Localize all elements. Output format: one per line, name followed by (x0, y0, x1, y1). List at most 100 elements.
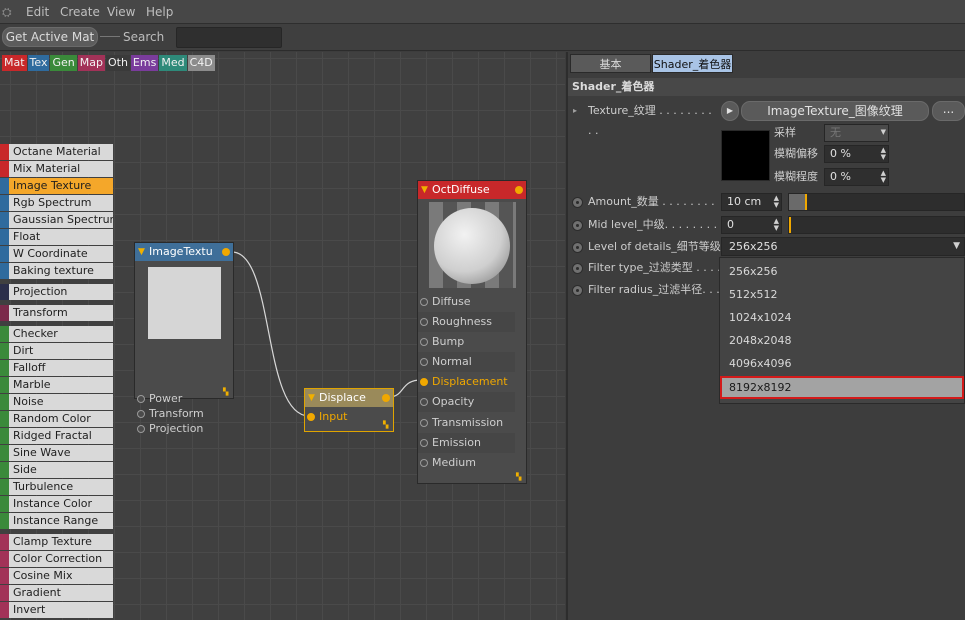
spinner-icon[interactable]: ▲ ▼ (774, 195, 779, 209)
node-list-item[interactable]: Checker (0, 326, 113, 342)
node-list-item[interactable]: Image Texture (0, 178, 113, 194)
node-list-item[interactable]: Clamp Texture (0, 534, 113, 550)
blur-offset-field[interactable]: 0 % ▲ ▼ (824, 145, 889, 163)
node-list-item[interactable]: Ridged Fractal (0, 428, 113, 444)
node-list-item[interactable]: Invert (0, 602, 113, 618)
node-list-item[interactable]: Noise (0, 394, 113, 410)
dropdown-option-256[interactable]: 256x256 (720, 260, 964, 283)
port-transmission[interactable]: Transmission (418, 413, 515, 433)
texture-menu-button[interactable]: ▶ (721, 101, 739, 121)
animate-radio-icon[interactable] (572, 220, 583, 231)
spinner-icon[interactable]: ▲ ▼ (881, 170, 886, 184)
category-tab-ems[interactable]: Ems (130, 55, 159, 71)
mid-level-field[interactable]: 0 ▲ ▼ (721, 216, 782, 234)
category-tab-tex[interactable]: Tex (27, 55, 50, 71)
node-list-item[interactable]: Sine Wave (0, 445, 113, 461)
amount-slider[interactable] (788, 193, 965, 211)
node-displace[interactable]: ▼ Displace Input ▚ (304, 388, 394, 432)
node-list-item[interactable]: Gradient (0, 585, 113, 601)
port-projection[interactable]: Projection (135, 419, 223, 439)
menu-view[interactable]: View (107, 5, 135, 19)
search-input[interactable] (176, 27, 282, 48)
slider-knob[interactable] (805, 194, 807, 210)
menu-edit[interactable]: Edit (26, 5, 49, 19)
spinner-icon[interactable]: ▲ ▼ (774, 218, 779, 232)
node-list-item[interactable]: Float (0, 229, 113, 245)
port-bump[interactable]: Bump (418, 332, 515, 352)
node-list-item[interactable]: Falloff (0, 360, 113, 376)
spinner-icon[interactable]: ▲ ▼ (881, 147, 886, 161)
category-tab-mat[interactable]: Mat (2, 55, 27, 71)
menu-create[interactable]: Create (60, 5, 100, 19)
node-list-item[interactable]: Baking texture (0, 263, 113, 279)
node-list-item[interactable]: Mix Material (0, 161, 113, 177)
get-active-mat-button[interactable]: Get Active Mat (2, 27, 98, 47)
image-texture-button[interactable]: ImageTexture_图像纹理 (741, 101, 929, 121)
port-emission[interactable]: Emission (418, 433, 515, 453)
node-list-item[interactable]: Rgb Spectrum (0, 195, 113, 211)
animate-radio-icon[interactable] (572, 242, 583, 253)
node-list-item[interactable]: Marble (0, 377, 113, 393)
category-tab-oth[interactable]: Oth (105, 55, 130, 71)
node-list-item[interactable]: Gaussian Spectrum (0, 212, 113, 228)
lod-select[interactable]: 256x256 ▼ (721, 237, 965, 256)
app-menu-icon[interactable]: ⛭ (2, 4, 18, 20)
node-image-texture-header[interactable]: ▼ ImageTextu (135, 243, 233, 261)
node-list-item[interactable]: W Coordinate (0, 246, 113, 262)
slider-knob[interactable] (789, 217, 791, 233)
amount-field[interactable]: 10 cm ▲ ▼ (721, 193, 782, 211)
node-displace-header[interactable]: ▼ Displace (305, 389, 393, 407)
dropdown-option-512[interactable]: 512x512 (720, 283, 964, 306)
node-list-item[interactable]: Instance Color (0, 496, 113, 512)
output-port-icon[interactable] (382, 394, 390, 402)
collapse-icon[interactable]: ▼ (308, 389, 315, 407)
tab-shader[interactable]: Shader_着色器 (652, 54, 733, 73)
port-diffuse[interactable]: Diffuse (418, 292, 515, 312)
node-list-item[interactable]: Dirt (0, 343, 113, 359)
dropdown-option-2048[interactable]: 2048x2048 (720, 329, 964, 352)
animate-radio-icon[interactable] (572, 285, 583, 296)
node-oct-diffuse[interactable]: ▼ OctDiffuse Diffuse Roughness Bump Norm… (417, 180, 527, 484)
resize-grip-icon[interactable]: ▚ (223, 388, 231, 396)
mid-level-slider[interactable] (788, 216, 965, 234)
tab-basic[interactable]: 基本 (570, 54, 651, 73)
port-medium[interactable]: Medium (418, 453, 515, 473)
node-list-item[interactable]: Transform (0, 305, 113, 321)
animate-radio-icon[interactable] (572, 197, 583, 208)
node-list-item[interactable]: Projection (0, 284, 113, 300)
port-input[interactable]: Input (305, 407, 375, 427)
port-roughness[interactable]: Roughness (418, 312, 515, 332)
node-list-item[interactable]: Random Color (0, 411, 113, 427)
node-list-item[interactable]: Turbulence (0, 479, 113, 495)
resize-grip-icon[interactable]: ▚ (516, 473, 524, 481)
output-port-icon[interactable] (222, 248, 230, 256)
expand-arrow-icon[interactable]: ▸ (573, 101, 577, 121)
animate-radio-icon[interactable] (572, 263, 583, 274)
category-tab-c4d[interactable]: C4D (187, 55, 215, 71)
node-list-item[interactable]: Color Correction (0, 551, 113, 567)
node-image-texture[interactable]: ▼ ImageTextu Power Transform Projection … (134, 242, 234, 435)
menu-help[interactable]: Help (146, 5, 173, 19)
port-opacity[interactable]: Opacity (418, 392, 515, 412)
more-button[interactable]: ... (932, 101, 965, 121)
node-list-item[interactable]: Instance Range (0, 513, 113, 529)
port-label: Projection (149, 422, 204, 435)
node-oct-diffuse-header[interactable]: ▼ OctDiffuse (418, 181, 526, 199)
category-tab-gen[interactable]: Gen (50, 55, 77, 71)
port-normal[interactable]: Normal (418, 352, 515, 372)
output-port-icon[interactable] (515, 186, 523, 194)
collapse-icon[interactable]: ▼ (421, 181, 428, 199)
dropdown-option-4096[interactable]: 4096x4096 (720, 352, 964, 375)
node-list-item[interactable]: Octane Material (0, 144, 113, 160)
node-list-item[interactable]: Cosine Mix (0, 568, 113, 584)
dropdown-option-8192[interactable]: 8192x8192 (720, 376, 964, 399)
resize-grip-icon[interactable]: ▚ (383, 421, 391, 429)
node-list-item[interactable]: Side (0, 462, 113, 478)
category-tab-map[interactable]: Map (77, 55, 105, 71)
node-editor-canvas[interactable]: Mat Tex Gen Map Oth Ems Med C4D Octane Material… (0, 52, 565, 620)
category-tab-med[interactable]: Med (159, 55, 187, 71)
dropdown-option-1024[interactable]: 1024x1024 (720, 306, 964, 329)
port-displacement[interactable]: Displacement (418, 372, 515, 392)
collapse-icon[interactable]: ▼ (138, 243, 145, 261)
blur-scale-field[interactable]: 0 % ▲ ▼ (824, 168, 889, 186)
